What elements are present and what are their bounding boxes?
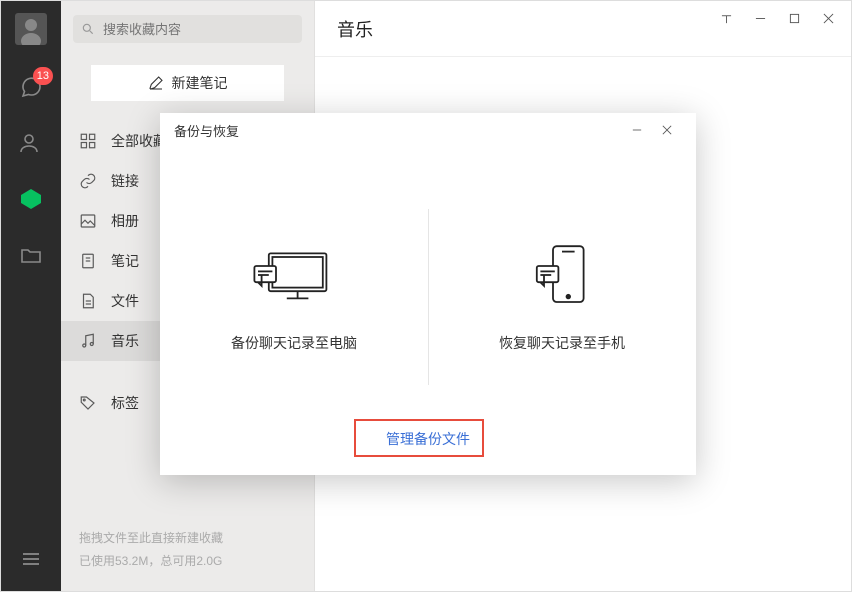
new-note-button[interactable]: 新建笔记 (91, 65, 284, 101)
footer-hint: 拖拽文件至此直接新建收藏 (79, 527, 296, 550)
search-input[interactable] (73, 15, 302, 43)
minimize-button[interactable] (743, 4, 777, 32)
divider (428, 209, 429, 385)
search-icon (81, 22, 95, 36)
backup-restore-dialog: 备份与恢复 备份聊天记录至电脑 (160, 113, 696, 475)
dialog-title: 备份与恢复 (174, 121, 239, 140)
phone-icon (517, 239, 607, 311)
maximize-button[interactable] (777, 4, 811, 32)
restore-label: 恢复聊天记录至手机 (499, 333, 625, 353)
footer-usage: 已使用53.2M，总可用2.0G (79, 550, 296, 573)
pencil-icon (148, 75, 164, 91)
tag-icon (79, 394, 97, 412)
file-icon (79, 292, 97, 310)
backup-label: 备份聊天记录至电脑 (231, 333, 357, 353)
sidebar-item-label: 笔记 (111, 251, 139, 271)
menu-icon[interactable] (17, 545, 45, 573)
chat-badge: 13 (33, 67, 53, 85)
sidebar-item-label: 相册 (111, 211, 139, 231)
sidebar-item-label: 音乐 (111, 331, 139, 351)
avatar[interactable] (15, 13, 47, 45)
manage-backup-link[interactable]: 管理备份文件 (376, 425, 480, 453)
contacts-icon[interactable] (17, 129, 45, 157)
favorites-icon[interactable] (17, 185, 45, 213)
grid-icon (79, 132, 97, 150)
dialog-minimize-button[interactable] (622, 117, 652, 143)
sidebar-item-label: 全部收藏 (111, 131, 167, 151)
sidebar-item-label: 链接 (111, 171, 139, 191)
folder-icon[interactable] (17, 241, 45, 269)
new-note-label: 新建笔记 (172, 73, 228, 93)
link-icon (79, 172, 97, 190)
monitor-icon (249, 239, 339, 311)
page-title: 音乐 (337, 16, 373, 42)
sidebar-item-label: 标签 (111, 393, 139, 413)
sidebar-item-label: 文件 (111, 291, 139, 311)
search-field[interactable] (101, 21, 294, 38)
note-icon (79, 252, 97, 270)
music-icon (79, 332, 97, 350)
dialog-close-button[interactable] (652, 117, 682, 143)
pin-button[interactable] (709, 4, 743, 32)
close-button[interactable] (811, 4, 845, 32)
image-icon (79, 212, 97, 230)
chat-icon[interactable]: 13 (17, 73, 45, 101)
